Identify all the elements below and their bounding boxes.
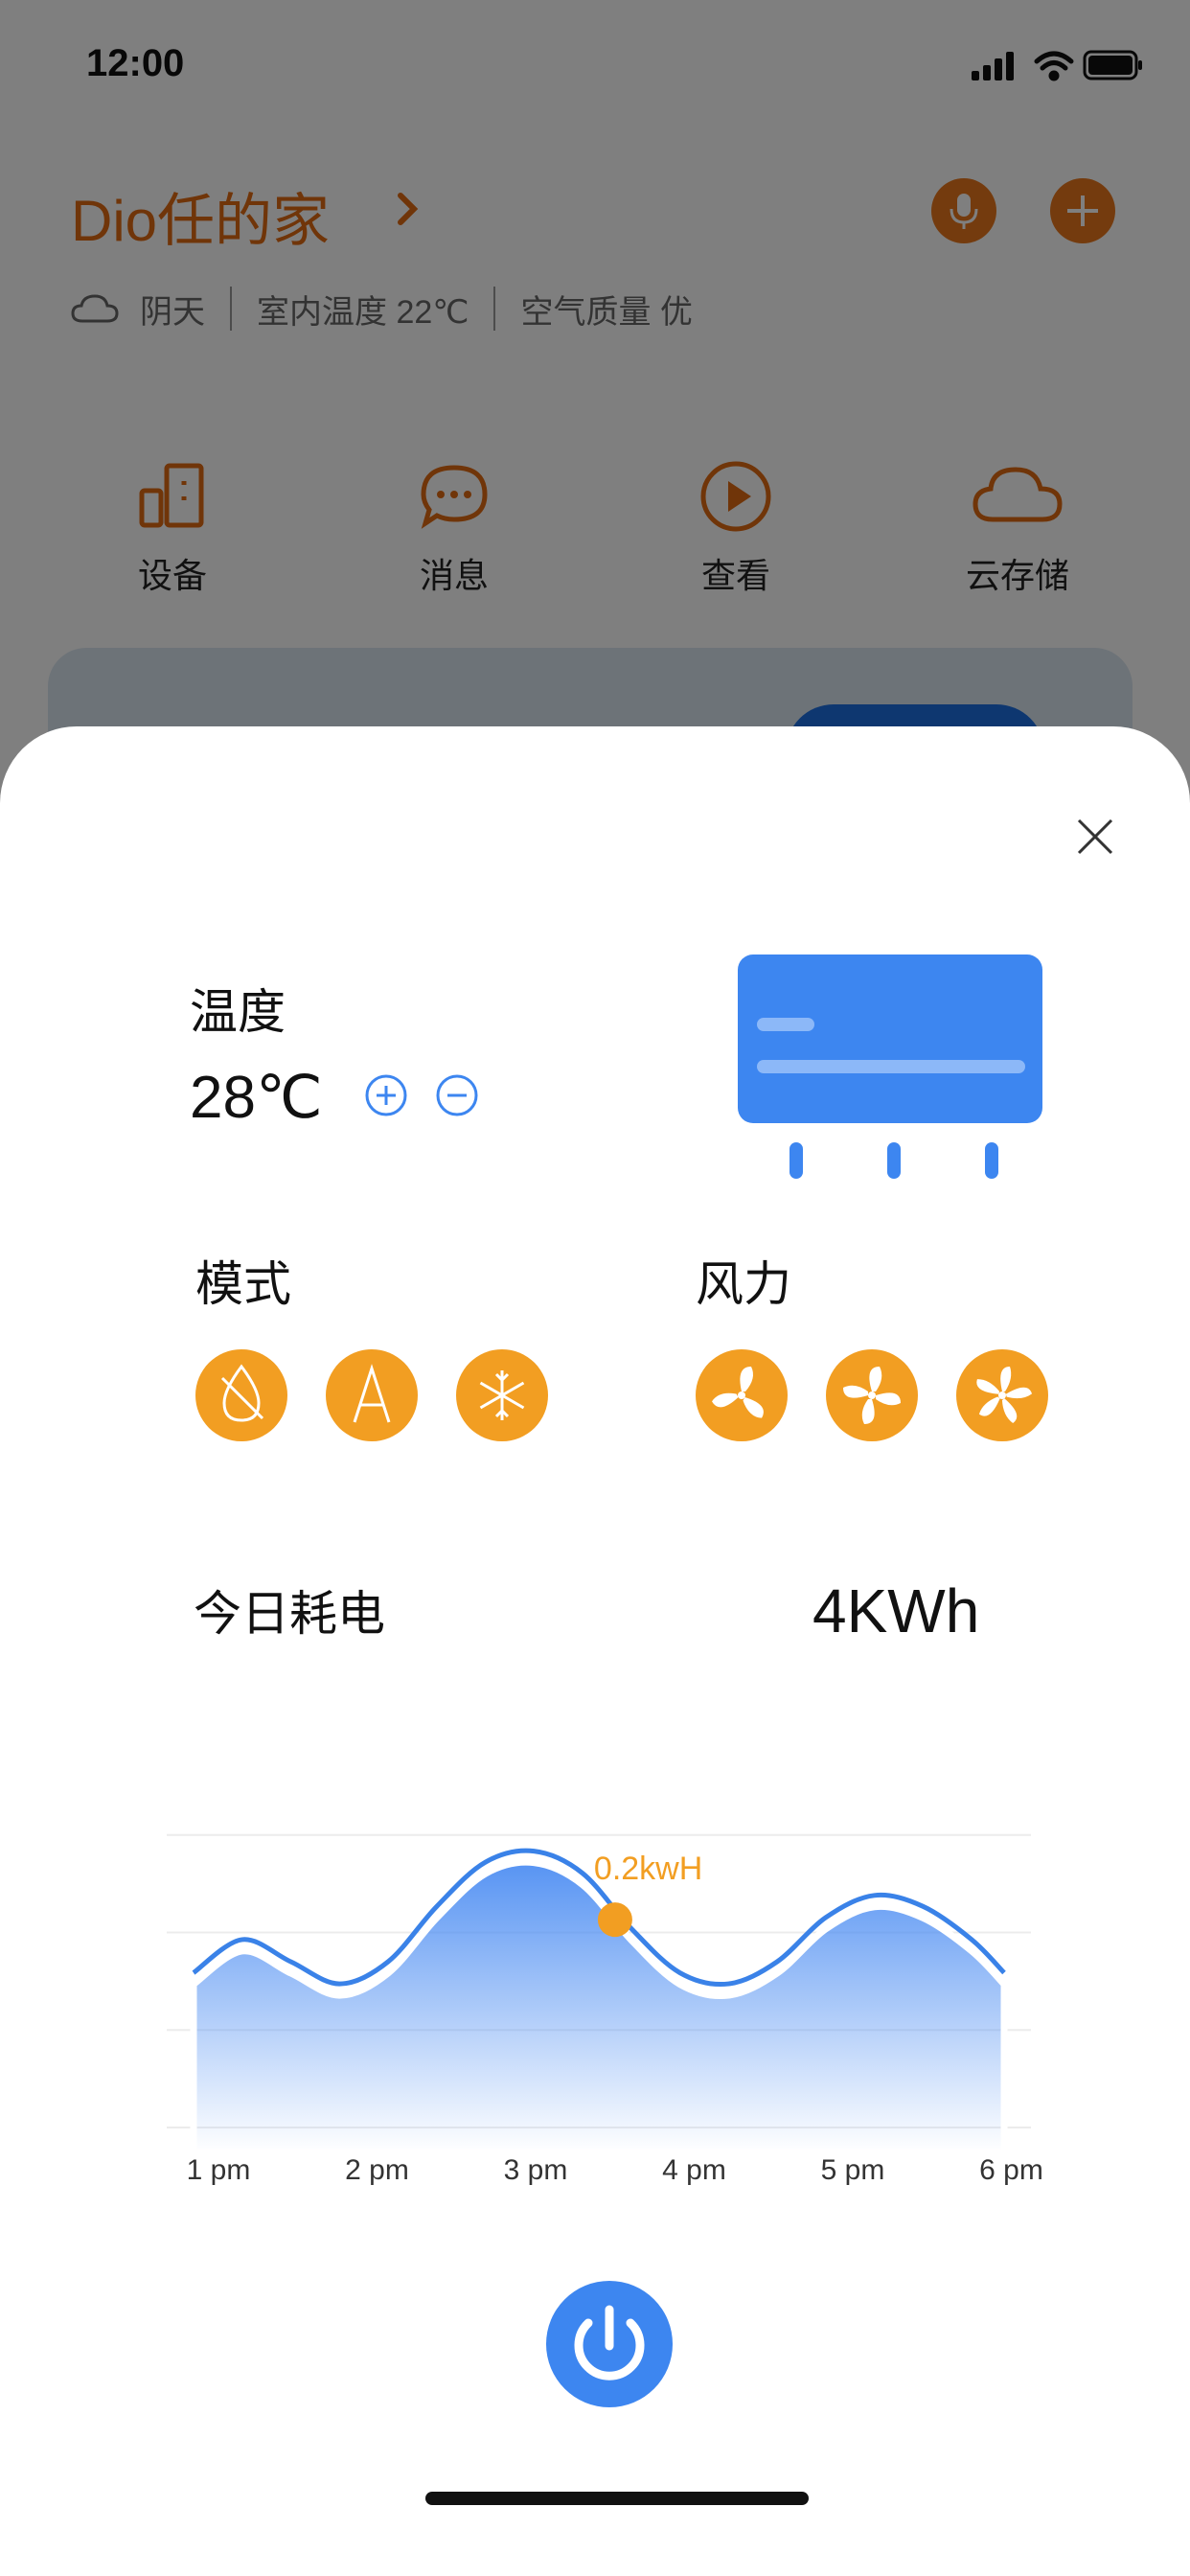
fan-medium-icon [843,1367,901,1424]
mode-title: 模式 [195,1257,291,1311]
power-icon [574,2305,645,2380]
fan-high-icon [976,1367,1033,1423]
fan-low-button[interactable] [696,1349,788,1441]
fan-speed-title: 风力 [696,1257,791,1311]
decrease-temperature-button[interactable] [435,1073,479,1117]
temperature-value: 28℃ [190,1065,323,1131]
fan-high-button[interactable] [956,1349,1048,1441]
chart-x-tick-label: 2 pm [345,2154,409,2186]
fan-low-icon [712,1367,764,1418]
close-icon[interactable] [1071,813,1119,861]
chart-area [190,1858,1008,2156]
chart-x-tick-label: 3 pm [504,2154,568,2186]
energy-chart: 0.2kwH 1 pm 2 pm 3 pm 4 pm 5 pm 6 pm [167,1833,1043,2186]
chart-x-tick-label: 4 pm [662,2154,726,2186]
chart-x-axis: 1 pm 2 pm 3 pm 4 pm 5 pm 6 pm [187,2154,1043,2186]
increase-temperature-button[interactable] [364,1073,408,1117]
chart-x-tick-label: 6 pm [979,2154,1043,2186]
mode-auto-button[interactable] [326,1349,418,1441]
chart-marker [597,1902,632,1938]
chart-x-tick-label: 1 pm [187,2154,251,2186]
energy-value: 4KWh [812,1576,980,1645]
power-button[interactable] [546,2281,673,2407]
fan-medium-button[interactable] [826,1349,918,1441]
chart-x-tick-label: 5 pm [821,2154,885,2186]
snowflake-icon [479,1370,525,1420]
mode-dehumidify-button[interactable] [195,1349,287,1441]
dehumidify-icon [220,1364,264,1422]
mode-cool-button[interactable] [456,1349,548,1441]
auto-icon [353,1364,391,1423]
home-indicator[interactable] [425,2492,809,2505]
air-conditioner-icon [738,954,1042,1179]
temperature-title: 温度 [190,985,286,1039]
energy-title: 今日耗电 [194,1587,385,1641]
chart-annotation: 0.2kwH [594,1851,702,1887]
